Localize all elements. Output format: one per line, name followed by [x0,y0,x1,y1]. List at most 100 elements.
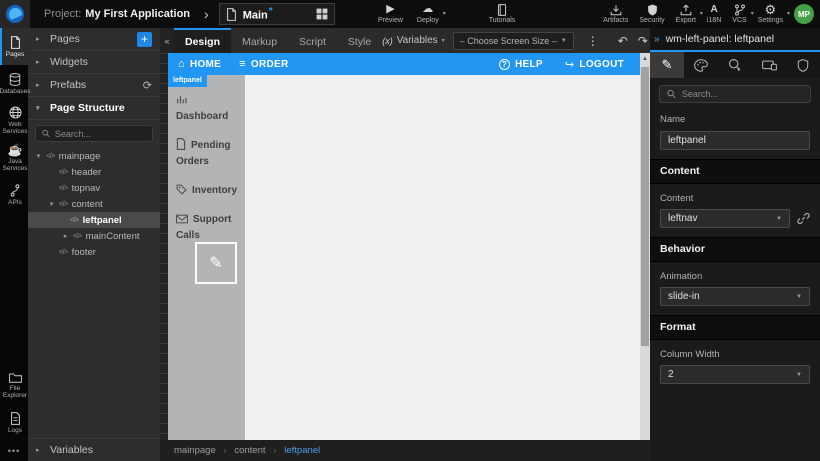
user-avatar[interactable]: MP [794,4,814,24]
preview-help-link[interactable]: ? HELP [499,58,543,71]
caret-down-icon[interactable]: ▾ [35,152,42,160]
pencil-icon: ✎ [662,57,673,73]
security-button[interactable]: Security [639,4,664,25]
properties-search [659,85,811,103]
scrollbar-thumb[interactable] [641,67,649,346]
rail-item-pages[interactable]: Pages [0,28,28,65]
preview-button[interactable]: ▶ Preview [378,4,403,25]
tab-device[interactable] [752,52,786,78]
animation-select[interactable]: slide-in ▼ [660,287,810,306]
preview-topnav: ⌂ HOME ≡ ORDER ? HELP [168,53,640,75]
link-icon [797,212,810,225]
logout-icon: ↪ [565,58,575,71]
content-select[interactable]: leftnav ▼ [660,209,790,228]
scroll-up-icon[interactable]: ▲ [640,53,650,65]
breadcrumb-mainpage[interactable]: mainpage [174,445,216,456]
rail-more-button[interactable]: ••• [0,441,28,461]
breadcrumb-leftpanel[interactable]: leftpanel [284,445,320,456]
home-icon: ⌂ [178,58,185,70]
upload-tray-icon [680,4,692,16]
breadcrumb-content[interactable]: content [234,445,265,456]
tab-style[interactable]: Style [337,28,382,53]
menu-icon: ≡ [239,58,246,70]
preview-nav-inventory[interactable]: Inventory [176,183,240,199]
preview-home-link[interactable]: ⌂ HOME [178,58,221,70]
section-pages[interactable]: ▸ Pages + [28,28,160,51]
deploy-button[interactable]: ☁ Deploy ▾ [417,4,439,25]
project-title: Project:My First Application [44,8,190,20]
tree-item-maincontent[interactable]: ▸ </> mainContent [28,228,160,244]
select-arrow-icon: ▼ [796,372,802,378]
structure-search-input[interactable] [55,129,146,139]
tab-markup[interactable]: Markup [231,28,288,53]
rail-item-apis[interactable]: APIs [0,176,28,213]
preview-logout-link[interactable]: ↪ LOGOUT [565,58,624,71]
rail-item-file-explorer[interactable]: File Explorer [0,367,28,404]
export-button[interactable]: Export ▾ [676,4,696,25]
expand-right-panel-button[interactable]: » [654,34,660,45]
edit-widget-button[interactable]: ✎ [195,242,237,284]
page-selector[interactable]: Main* [219,3,335,25]
section-variables[interactable]: ▸ Variables [28,438,160,461]
section-widgets[interactable]: ▸ Widgets [28,51,160,74]
rail-item-databases[interactable]: Databases [0,65,28,102]
name-field[interactable] [660,131,810,150]
tab-styles[interactable] [684,52,718,78]
rail-item-web-services[interactable]: Web Services [0,102,28,139]
tab-security[interactable] [786,52,820,78]
animation-label: Animation [660,271,810,282]
tree-item-footer[interactable]: </> footer [28,244,160,260]
properties-search-input[interactable] [682,89,803,99]
artifacts-button[interactable]: Artifacts [603,4,628,25]
screen-size-select[interactable]: – Choose Screen Size – ▼ [453,32,574,50]
rail-item-logs[interactable]: Logs [0,404,28,441]
properties-panel: » wm-left-panel: leftpanel ✎ [650,28,820,461]
tutorials-button[interactable]: Tutorials [489,4,516,25]
tab-script[interactable]: Script [288,28,337,53]
section-page-structure[interactable]: ▾ Page Structure [28,97,160,120]
collapse-left-panel-button[interactable]: « [160,28,174,53]
column-width-select[interactable]: 2 ▼ [660,365,810,384]
more-options-button[interactable]: ⋮ [581,34,605,48]
content-label: Content [660,193,810,204]
rail-item-java-services[interactable]: ☕ Java Services [0,139,28,176]
variables-dropdown[interactable]: (x) Variables ▾ [382,35,444,46]
i18n-button[interactable]: A i18N [707,4,721,25]
undo-button[interactable]: ↶ [613,34,633,48]
properties-panel-header: » wm-left-panel: leftpanel [650,28,820,52]
vcs-button[interactable]: VCS ▾ [732,4,746,25]
caret-right-icon[interactable]: ▸ [62,232,69,240]
pages-icon [10,36,21,49]
canvas-scrollbar[interactable]: ▲ [640,53,650,440]
tree-item-header[interactable]: </> header [28,164,160,180]
project-name: My First Application [85,8,190,20]
preview-order-link[interactable]: ≡ ORDER [239,58,288,70]
tab-events[interactable] [718,52,752,78]
section-format: Format [650,315,820,340]
tree-item-content[interactable]: ▾ </> content [28,196,160,212]
preview-nav-pending-orders[interactable]: Pending Orders [176,138,240,170]
caret-down-icon[interactable]: ▾ [48,200,55,208]
tree-item-leftpanel[interactable]: </> leftpanel [28,212,160,228]
preview-nav-support-calls[interactable]: Support Calls [176,212,240,244]
tree-item-mainpage[interactable]: ▾ </> mainpage [28,148,160,164]
canvas-ruler [160,53,168,440]
refresh-icon[interactable]: ⟳ [143,79,152,92]
page-icon [226,8,237,21]
magnifier-x-icon [728,58,742,72]
section-prefabs[interactable]: ▸ Prefabs ⟳ [28,74,160,97]
settings-button[interactable]: ⚙ Settings ▾ [758,4,783,25]
tab-properties[interactable]: ✎ [650,52,684,78]
unsaved-indicator: * [269,6,273,17]
tree-item-topnav[interactable]: </> topnav [28,180,160,196]
selected-widget-tag[interactable]: leftpanel [168,75,207,87]
tab-design[interactable]: Design [174,28,231,53]
add-page-button[interactable]: + [137,32,152,47]
preview-nav-dashboard[interactable]: Dashboard [176,93,240,125]
coffee-icon: ☕ [8,144,23,156]
preview-left-panel[interactable]: Dashboard Pending Orders Inventory Suppo… [168,75,245,440]
column-width-label: Column Width [660,349,810,360]
bind-property-button[interactable] [797,212,810,225]
gear-icon: ⚙ [765,4,777,16]
wavemaker-logo[interactable] [0,0,30,28]
